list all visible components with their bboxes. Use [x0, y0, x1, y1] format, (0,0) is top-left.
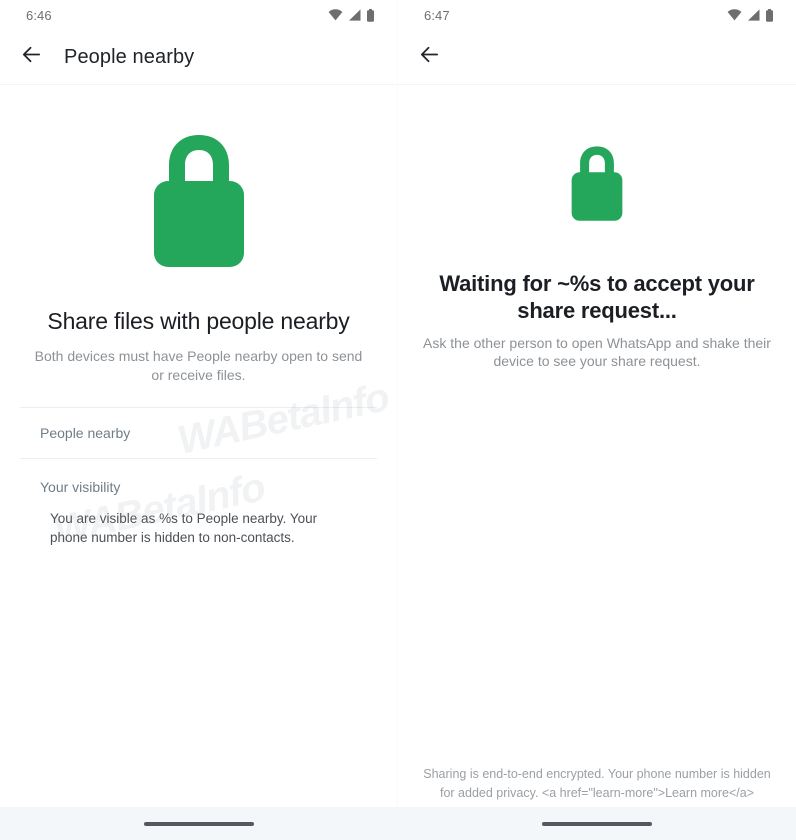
status-bar-icons: [328, 8, 375, 22]
back-arrow-icon: [20, 43, 43, 71]
page-title: People nearby: [64, 45, 195, 68]
status-bar-clock: 6:46: [26, 7, 52, 23]
status-bar: 6:46: [0, 0, 397, 30]
back-button[interactable]: [14, 40, 48, 74]
people-nearby-section: People nearby: [0, 406, 397, 459]
hero-title: Waiting for ~%s to accept your share req…: [439, 271, 755, 324]
battery-icon: [366, 8, 375, 22]
left-content: Share files with people nearby Both devi…: [0, 85, 397, 553]
nav-half-left: [0, 807, 398, 840]
section-header-people-nearby[interactable]: People nearby: [0, 408, 397, 458]
visibility-title: Your visibility: [40, 478, 121, 495]
gesture-home-pill[interactable]: [144, 821, 254, 826]
right-phone-screen: 6:47 Waiting for ~%s to accept your shar…: [398, 0, 796, 840]
status-bar: 6:47: [398, 0, 796, 30]
hero-subtitle: Both devices must have People nearby ope…: [34, 348, 363, 383]
hero-subtitle: Ask the other person to open WhatsApp an…: [423, 334, 771, 370]
wifi-icon: [328, 9, 343, 21]
hero-icon-container: [0, 85, 397, 276]
signal-icon: [747, 9, 760, 21]
gesture-home-pill[interactable]: [542, 821, 652, 826]
back-button[interactable]: [412, 40, 446, 74]
lock-icon: [144, 129, 254, 276]
status-bar-clock: 6:47: [424, 7, 450, 23]
dual-phone-screenshot: 6:46 People nearby Share files with peop…: [0, 0, 796, 840]
system-navigation-bar: [0, 807, 796, 840]
encryption-footnote: Sharing is end-to-end encrypted. Your ph…: [423, 767, 771, 800]
back-arrow-icon: [418, 43, 441, 71]
wifi-icon: [727, 9, 742, 21]
battery-icon: [765, 8, 774, 22]
hero-icon-container: [398, 85, 796, 232]
lock-icon: [566, 139, 628, 232]
nav-half-right: [398, 807, 796, 840]
visibility-body: You are visible as %s to People nearby. …: [50, 510, 318, 546]
toolbar: [398, 30, 796, 84]
toolbar: People nearby: [0, 30, 397, 84]
right-content: Waiting for ~%s to accept your share req…: [398, 85, 796, 800]
hero-title: Share files with people nearby: [47, 308, 350, 334]
status-bar-icons: [727, 8, 774, 22]
signal-icon: [348, 9, 361, 21]
visibility-block: Your visibility You are visible as %s to…: [0, 459, 397, 548]
left-phone-screen: 6:46 People nearby Share files with peop…: [0, 0, 398, 840]
